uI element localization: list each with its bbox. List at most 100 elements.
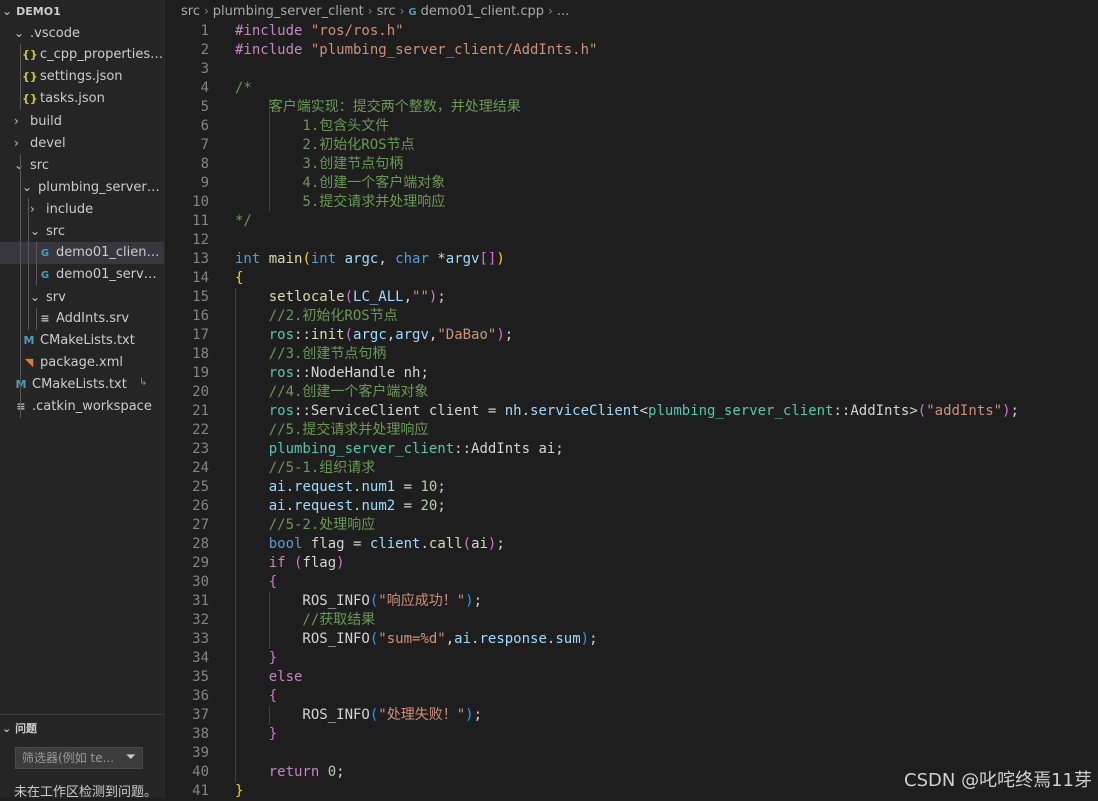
code-text: 3.创建节点句柄	[235, 155, 403, 174]
code-token: ;	[336, 764, 345, 780]
indent-guide	[268, 592, 270, 649]
tree-item[interactable]: › build	[0, 110, 164, 132]
tree-item[interactable]: ≡ AddInts.srv	[0, 308, 164, 330]
code-line[interactable]: 11 */	[165, 212, 1098, 231]
code-line[interactable]: 10 5.提交请求并处理响应	[165, 193, 1098, 212]
code-token: ros	[268, 327, 295, 343]
explorer-root[interactable]: ⌄ DEMO1	[0, 0, 164, 22]
code-line[interactable]: 33 ROS_INFO("sum=%d",ai.response.sum);	[165, 630, 1098, 649]
tree-item[interactable]: ⌄ src	[0, 154, 164, 176]
cpp-file-icon: G	[40, 248, 50, 259]
code-line[interactable]: 19 ros::NodeHandle nh;	[165, 364, 1098, 383]
chevron-right-icon: ›	[14, 136, 19, 150]
code-line[interactable]: 27 //5-2.处理响应	[165, 516, 1098, 535]
code-editor[interactable]: 1 #include "ros/ros.h" 2 #include "plumbing…	[165, 22, 1098, 799]
tree-item[interactable]: ◥ package.xml	[0, 352, 164, 374]
chevron-down-icon: ⌄	[22, 180, 33, 194]
code-token: ,	[378, 251, 396, 267]
code-line[interactable]: 26 ai.request.num2 = 20;	[165, 497, 1098, 516]
code-line[interactable]: 32 //获取结果	[165, 611, 1098, 630]
code-line[interactable]: 39	[165, 744, 1098, 763]
breadcrumb-item[interactable]: ...	[557, 4, 569, 19]
code-token: 4.创建一个客户端对象	[235, 175, 446, 191]
code-line[interactable]: 6 1.包含头文件	[165, 117, 1098, 136]
problems-filter-input[interactable]: 筛选器(例如 te... ⏷	[15, 747, 143, 769]
code-token: ai	[454, 631, 472, 647]
line-number: 27	[192, 517, 209, 533]
breadcrumb-item[interactable]: src	[181, 4, 200, 19]
code-line[interactable]: 16 //2.初始化ROS节点	[165, 307, 1098, 326]
code-line[interactable]: 29 if (flag)	[165, 554, 1098, 573]
code-line[interactable]: 30 {	[165, 573, 1098, 592]
breadcrumb-item[interactable]: demo01_client.cpp	[421, 4, 544, 19]
line-number: 3	[200, 61, 209, 77]
code-line[interactable]: 24 //5-1.组织请求	[165, 459, 1098, 478]
code-token: bool	[268, 536, 311, 552]
code-line[interactable]: 35 else	[165, 668, 1098, 687]
code-line[interactable]: 1 #include "ros/ros.h"	[165, 22, 1098, 41]
code-token: "处理失败！"	[378, 707, 466, 723]
code-token: (	[344, 289, 354, 305]
code-line[interactable]: 28 bool flag = client.call(ai);	[165, 535, 1098, 554]
code-token: ;	[496, 536, 505, 552]
tree-item[interactable]: › devel	[0, 132, 164, 154]
code-line[interactable]: 13 int main(int argc, char *argv[])	[165, 250, 1098, 269]
code-token: */	[235, 213, 252, 229]
code-line[interactable]: 7 2.初始化ROS节点	[165, 136, 1098, 155]
code-token: //5-2.处理响应	[235, 517, 376, 533]
code-line[interactable]: 2 #include "plumbing_server_client/AddInt…	[165, 41, 1098, 60]
code-text: {	[235, 269, 243, 288]
code-line[interactable]: 3	[165, 60, 1098, 79]
tree-item[interactable]: ⌄ plumbing_server_client	[0, 176, 164, 198]
code-token: ;	[437, 479, 446, 495]
tree-item-label: src	[30, 158, 49, 173]
tree-item[interactable]: {} tasks.json	[0, 88, 164, 110]
tree-item[interactable]: ≡ .catkin_workspace	[0, 396, 164, 418]
code-line[interactable]: 4 /*	[165, 79, 1098, 98]
code-text: ROS_INFO("处理失败！");	[235, 706, 482, 725]
code-line[interactable]: 5 客户端实现：提交两个整数，并处理结果	[165, 98, 1098, 117]
code-line[interactable]: 9 4.创建一个客户端对象	[165, 174, 1098, 193]
code-line[interactable]: 23 plumbing_server_client::AddInts ai;	[165, 440, 1098, 459]
code-line[interactable]: 15 setlocale(LC_ALL,"");	[165, 288, 1098, 307]
tree-item[interactable]: Gdemo01_server.cpp	[0, 264, 164, 286]
code-line[interactable]: 37 ROS_INFO("处理失败！");	[165, 706, 1098, 725]
code-line[interactable]: 17 ros::init(argc,argv,"DaBao");	[165, 326, 1098, 345]
code-line[interactable]: 38 }	[165, 725, 1098, 744]
json-icon: {}	[22, 92, 38, 105]
indent-guide	[20, 154, 21, 418]
text-file-icon: ≡	[16, 400, 26, 413]
code-line[interactable]: 14 {	[165, 269, 1098, 288]
breadcrumb-item[interactable]: src	[377, 4, 396, 19]
code-line[interactable]: 21 ros::ServiceClient client = nh.servic…	[165, 402, 1098, 421]
tree-item[interactable]: ⌄ .vscode	[0, 22, 164, 44]
breadcrumb-item[interactable]: plumbing_server_client	[213, 4, 364, 19]
tree-item[interactable]: Gdemo01_client.cpp	[0, 242, 164, 264]
code-token: NodeHandle nh;	[310, 365, 429, 381]
tree-item[interactable]: M CMakeLists.txt	[0, 330, 164, 352]
explorer-root-label: DEMO1	[16, 5, 61, 18]
code-line[interactable]: 25 ai.request.num1 = 10;	[165, 478, 1098, 497]
line-number: 29	[192, 555, 209, 571]
line-number: 6	[200, 118, 209, 134]
code-token: plumbing_server_client	[648, 403, 834, 419]
code-line[interactable]: 12	[165, 231, 1098, 250]
tree-item[interactable]: ⌄ srv	[0, 286, 164, 308]
code-line[interactable]: 8 3.创建节点句柄	[165, 155, 1098, 174]
code-line[interactable]: 34 }	[165, 649, 1098, 668]
indent-guide	[268, 706, 270, 725]
problems-header[interactable]: ⌄ 问题	[0, 719, 37, 739]
line-number: 33	[192, 631, 209, 647]
tree-item[interactable]: › include	[0, 198, 164, 220]
tree-item[interactable]: ⌄ src	[0, 220, 164, 242]
tree-item[interactable]: {}c_cpp_properties.json	[0, 44, 164, 66]
code-line[interactable]: 36 {	[165, 687, 1098, 706]
code-line[interactable]: 20 //4.创建一个客户端对象	[165, 383, 1098, 402]
tree-item[interactable]: {} settings.json	[0, 66, 164, 88]
code-line[interactable]: 18 //3.创建节点句柄	[165, 345, 1098, 364]
filter-icon[interactable]: ⏷	[126, 748, 136, 768]
code-text: int main(int argc, char *argv[])	[235, 250, 505, 269]
code-line[interactable]: 22 //5.提交请求并处理响应	[165, 421, 1098, 440]
code-line[interactable]: 31 ROS_INFO("响应成功！");	[165, 592, 1098, 611]
